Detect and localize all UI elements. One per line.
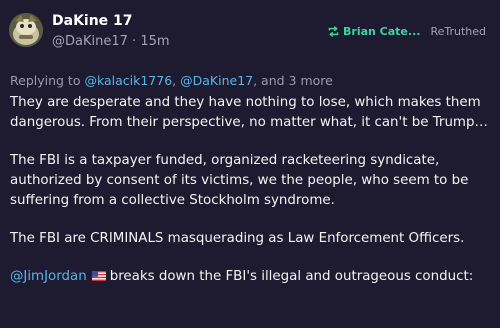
post-paragraph-3: The FBI are CRIMINALS masquerading as La… bbox=[10, 231, 465, 246]
post-timestamp[interactable]: 15m bbox=[140, 34, 169, 49]
retruth-user-name[interactable]: Brian Cate... bbox=[343, 25, 420, 38]
post-paragraph-4-text: breaks down the FBI's illegal and outrag… bbox=[109, 269, 474, 284]
post-body: They are desperate and they have nothing… bbox=[10, 93, 494, 305]
replying-prefix: Replying to bbox=[10, 73, 85, 88]
replying-comma: , bbox=[172, 73, 181, 88]
retruth-indicator: Brian Cate... ReTruthed bbox=[327, 25, 486, 38]
reply-mention-kalacik1776[interactable]: @kalacik1776 bbox=[84, 73, 172, 88]
avatar[interactable] bbox=[9, 13, 43, 47]
post-paragraph-4: @JimJordan breaks down the FBI's illegal… bbox=[10, 267, 494, 287]
replying-to-line: Replying to @kalacik1776, @DaKine17, and… bbox=[10, 73, 333, 88]
author-display-name[interactable]: DaKine 17 bbox=[52, 13, 133, 29]
avatar-image bbox=[9, 13, 43, 47]
author-handle[interactable]: @DaKine17 bbox=[52, 34, 128, 49]
body-mention-jimjordan[interactable]: @JimJordan bbox=[10, 269, 87, 284]
reply-mention-dakine17[interactable]: @DaKine17 bbox=[180, 73, 253, 88]
post-card: DaKine 17 @DaKine17 · 15m Brian Cate... … bbox=[0, 0, 500, 328]
retruth-label: ReTruthed bbox=[430, 25, 486, 38]
meta-separator: · bbox=[127, 34, 141, 49]
us-flag-icon bbox=[91, 271, 106, 281]
author-meta: @DaKine17 · 15m bbox=[52, 34, 170, 49]
post-paragraph-2: The FBI is a taxpayer funded, organized … bbox=[10, 153, 469, 208]
post-paragraph-1: They are desperate and they have nothing… bbox=[10, 95, 488, 130]
replying-more[interactable]: , and 3 more bbox=[253, 73, 333, 88]
retruth-icon bbox=[328, 26, 339, 37]
